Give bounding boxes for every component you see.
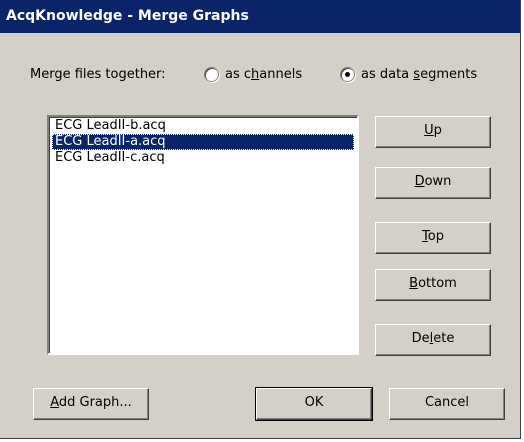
- merge-mode-row: Merge files together: as channels as dat…: [30, 65, 520, 85]
- merge-mode-label: Merge files together:: [30, 67, 166, 82]
- merge-graphs-dialog: AcqKnowledge - Merge Graphs Merge files …: [0, 0, 521, 439]
- up-button[interactable]: Up: [375, 116, 491, 148]
- radio-selected-dot: [345, 72, 350, 77]
- segments-radio-label[interactable]: as data segments: [361, 65, 477, 85]
- channels-radio-label[interactable]: as channels: [225, 65, 302, 85]
- cancel-button[interactable]: Cancel: [389, 388, 505, 420]
- channels-radio[interactable]: [204, 67, 219, 82]
- top-button[interactable]: Top: [375, 222, 491, 254]
- window-title: AcqKnowledge - Merge Graphs: [0, 0, 520, 33]
- file-listbox[interactable]: ECG LeadII-b.acq ECG LeadII-a.acq ECG Le…: [47, 115, 359, 355]
- list-item[interactable]: ECG LeadII-b.acq: [52, 118, 354, 134]
- down-button[interactable]: Down: [375, 167, 491, 199]
- ok-button[interactable]: OK: [255, 387, 373, 421]
- list-item[interactable]: ECG LeadII-c.acq: [52, 150, 354, 166]
- segments-radio[interactable]: [340, 67, 355, 82]
- delete-button[interactable]: Delete: [375, 324, 491, 356]
- add-graph-button[interactable]: Add Graph...: [33, 388, 149, 420]
- list-item[interactable]: ECG LeadII-a.acq: [52, 134, 354, 150]
- bottom-button[interactable]: Bottom: [375, 269, 491, 301]
